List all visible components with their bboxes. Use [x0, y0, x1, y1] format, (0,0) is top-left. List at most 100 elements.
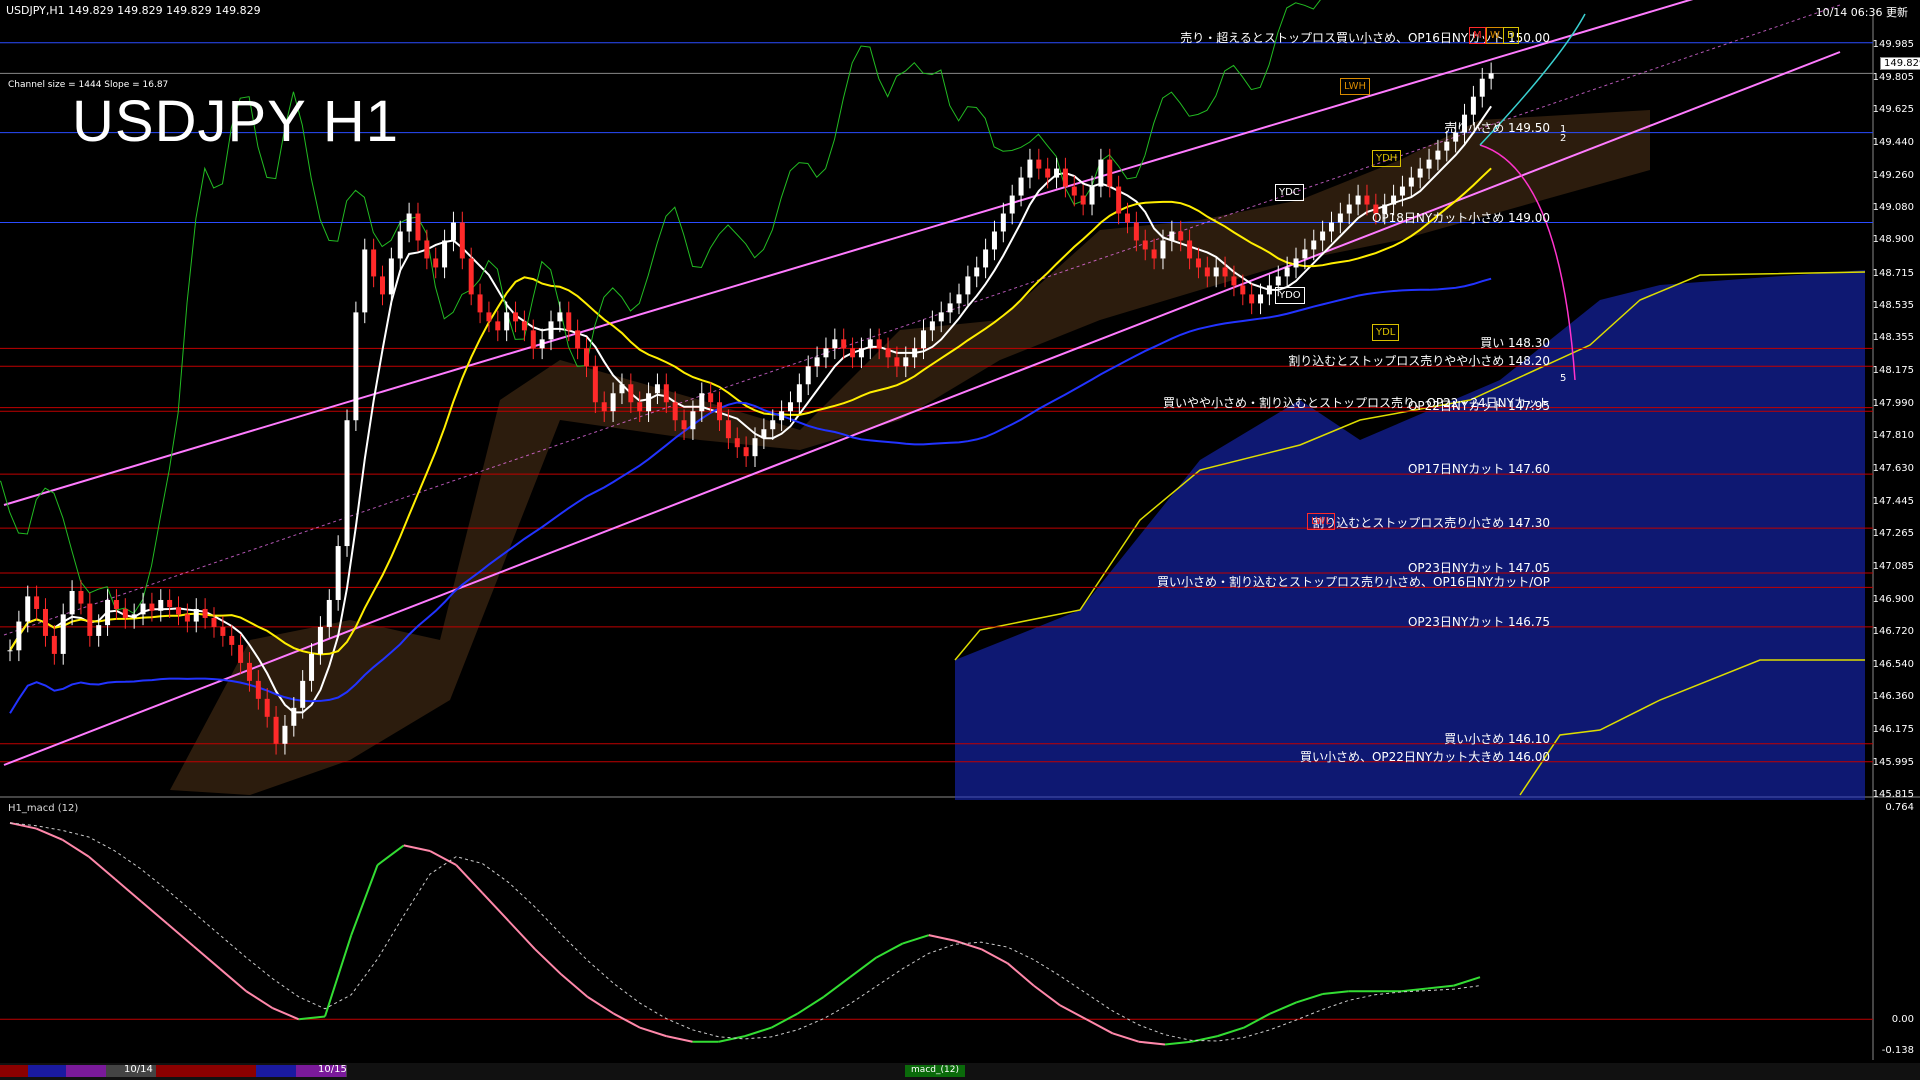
- candle-body: [273, 716, 279, 744]
- level-box-lwl: LWL: [1307, 513, 1336, 530]
- candle-body: [805, 366, 811, 385]
- candle-body: [1107, 159, 1113, 187]
- candle-body: [1444, 141, 1450, 151]
- macd-panel-label: H1_macd (12): [8, 803, 79, 814]
- macd-line-segment: [980, 948, 1008, 965]
- candle-body: [1000, 213, 1006, 232]
- candle-body: [406, 213, 412, 232]
- candle-body: [1160, 240, 1166, 259]
- candle-body: [1178, 231, 1184, 241]
- candle-body: [264, 698, 270, 717]
- price-tick: 146.720: [1872, 626, 1914, 638]
- candle-body: [1240, 285, 1246, 295]
- level-annotation: OP22日NYカット 147.95: [1407, 399, 1550, 414]
- price-tick: 148.175: [1872, 364, 1914, 376]
- macd-line-segment: [1322, 990, 1349, 996]
- candle-body: [1187, 240, 1193, 259]
- candle-body: [176, 607, 182, 615]
- chart-stage: USDJPY,H1 149.829 149.829 149.829 149.82…: [0, 0, 1920, 1080]
- macd-indicator-tab[interactable]: macd_(12): [905, 1065, 965, 1077]
- level-box-m: M: [1469, 27, 1486, 44]
- macd-tick-top: 0.764: [1885, 802, 1914, 813]
- price-tick: 147.265: [1872, 528, 1914, 540]
- candle-body: [113, 599, 119, 609]
- candle-body: [1311, 240, 1317, 250]
- macd-line-segment: [666, 1035, 693, 1043]
- current-price-badge: 149.829: [1880, 57, 1920, 70]
- candle-body: [912, 348, 918, 358]
- candle-body: [87, 603, 93, 636]
- candle-body: [761, 429, 767, 439]
- time-label-1014: 10/14: [124, 1064, 153, 1075]
- price-tick: 149.080: [1872, 202, 1914, 214]
- candle-body: [158, 599, 164, 611]
- macd-line-segment: [1112, 1032, 1140, 1043]
- candle-body: [699, 393, 705, 412]
- macd-line-segment: [140, 900, 169, 925]
- candle-body: [1195, 258, 1201, 268]
- candle-body: [246, 662, 252, 681]
- candle-body: [717, 402, 723, 421]
- candle-body: [317, 626, 323, 654]
- level-annotation: OP17日NYカット 147.60: [1407, 462, 1550, 477]
- macd-line-segment: [1164, 1040, 1192, 1046]
- macd-line-segment: [272, 1007, 300, 1021]
- macd-line-segment: [429, 850, 457, 866]
- candle-body: [965, 276, 971, 295]
- level-box-d: D: [1503, 27, 1519, 44]
- candle-body: [167, 599, 173, 608]
- price-tick: 149.985: [1872, 39, 1914, 51]
- macd-line-segment: [1085, 1018, 1113, 1035]
- candle-body: [850, 348, 856, 358]
- candle-body: [1320, 231, 1326, 241]
- candle-body: [1337, 213, 1343, 223]
- candle-body: [450, 222, 456, 241]
- macd-tick-zero: 0.00: [1891, 1014, 1914, 1025]
- macd-line-segment: [61, 838, 90, 858]
- candle-body: [1249, 294, 1255, 304]
- level-box-w: W: [1486, 27, 1504, 44]
- level-annotation: OP23日NYカット 146.75: [1407, 614, 1550, 629]
- candle-body: [344, 420, 350, 547]
- candle-body: [495, 321, 501, 331]
- candle-body: [7, 650, 13, 652]
- candle-body: [583, 348, 589, 367]
- candle-body: [388, 258, 394, 295]
- candle-body: [211, 617, 217, 627]
- price-tick: 149.625: [1872, 104, 1914, 116]
- macd-line-segment: [88, 855, 116, 880]
- candle-body: [539, 339, 545, 349]
- level-annotation: 割り込むとストップロス売りやや小さめ 148.20: [1288, 354, 1550, 369]
- candle-body: [690, 411, 696, 430]
- candle-body: [681, 420, 687, 430]
- candle-body: [1045, 168, 1051, 178]
- macd-line-segment: [954, 939, 982, 951]
- candle-body: [1258, 294, 1264, 304]
- candle-body: [974, 267, 980, 277]
- candle-body: [42, 608, 48, 636]
- macd-line-segment: [1427, 984, 1454, 990]
- candle-body: [1231, 276, 1237, 286]
- candle-body: [1125, 213, 1130, 223]
- macd-line-segment: [9, 821, 37, 830]
- chart-title: USDJPY H1: [72, 89, 400, 154]
- candle-body: [1426, 159, 1432, 169]
- candle-body: [193, 608, 199, 622]
- candle-body: [991, 231, 997, 250]
- candle-body: [397, 231, 403, 259]
- macd-tick-bottom: -0.138: [1881, 1045, 1914, 1056]
- price-tick: 149.440: [1872, 137, 1914, 149]
- macd-line-segment: [324, 934, 353, 1017]
- level-annotation: OP18日NYカット小さめ 149.00: [1371, 210, 1550, 225]
- candle-body: [60, 614, 66, 654]
- candle-body: [628, 384, 634, 403]
- macd-line-segment: [1295, 993, 1323, 1004]
- level-box-ydo: YDO: [1275, 287, 1305, 304]
- candle-body: [867, 339, 873, 349]
- candle-body: [956, 294, 962, 304]
- price-tick: 146.360: [1872, 691, 1914, 703]
- candle-body: [1364, 195, 1370, 205]
- macd-line-segment: [744, 1026, 772, 1038]
- candle-body: [459, 222, 465, 259]
- candle-body: [787, 402, 793, 412]
